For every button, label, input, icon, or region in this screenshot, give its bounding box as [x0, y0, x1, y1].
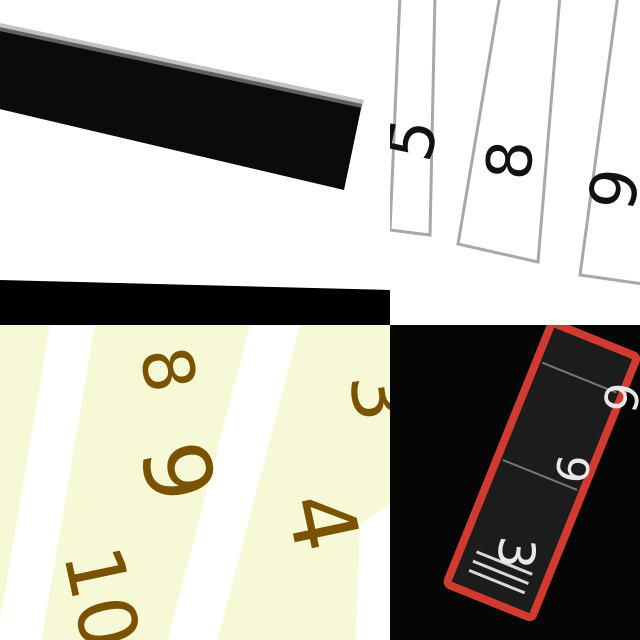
image-collage: 5 8 9 8 9 10 3 4 6 9 3 [0, 0, 640, 640]
black-bar-panel [0, 0, 390, 290]
digit-3: 3 [485, 534, 546, 572]
white-digit-strips-panel: 5 8 9 [390, 0, 640, 325]
cream-digit-columns-panel: 8 9 10 3 4 [0, 310, 390, 640]
red-frame-dial-panel: 6 9 3 [390, 325, 640, 640]
digit-8: 8 [472, 138, 548, 182]
